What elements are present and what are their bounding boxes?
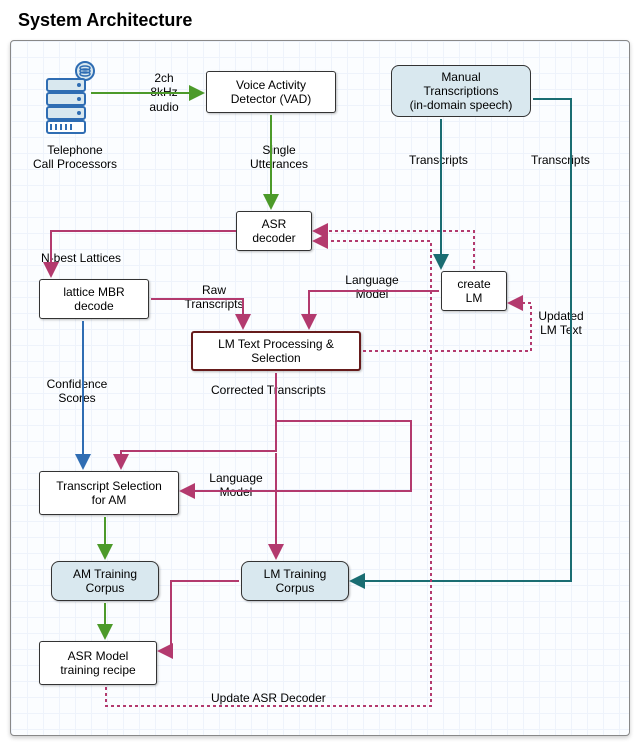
corrected-transcripts-label: Corrected Transcripts xyxy=(211,383,326,397)
transcript-selection-node: Transcript Selection for AM xyxy=(39,471,179,515)
audio-in-label: 2ch 8kHz audio xyxy=(139,71,189,114)
page-title: System Architecture xyxy=(18,10,192,31)
am-corpus-node: AM Training Corpus xyxy=(51,561,159,601)
updated-lm-label: Updated LM Text xyxy=(531,309,591,338)
lattice-mbr-node: lattice MBR decode xyxy=(39,279,149,319)
language-model2-label: Language Model xyxy=(201,471,271,500)
confidence-scores-label: Confidence Scores xyxy=(37,377,117,406)
nbest-label: N-best Lattices xyxy=(41,251,121,265)
asr-recipe-node: ASR Model training recipe xyxy=(39,641,157,685)
transcripts1-label: Transcripts xyxy=(409,153,468,167)
manual-transcriptions-node: Manual Transcriptions (in-domain speech) xyxy=(391,65,531,117)
transcripts2-label: Transcripts xyxy=(531,153,590,167)
update-asr-label: Update ASR Decoder xyxy=(211,691,326,705)
language-model1-label: Language Model xyxy=(337,273,407,302)
raw-transcripts-label: Raw Transcripts xyxy=(179,283,249,312)
diagram-frame: Telephone Call Processors Voice Activity… xyxy=(10,40,630,736)
server-caption: Telephone Call Processors xyxy=(25,143,125,172)
server-icon xyxy=(41,61,101,141)
single-utterances-label: Single Utterances xyxy=(239,143,319,172)
asr-decoder-node: ASR decoder xyxy=(236,211,312,251)
vad-node: Voice Activity Detector (VAD) xyxy=(206,71,336,113)
lm-text-processing-node: LM Text Processing & Selection xyxy=(191,331,361,371)
lm-corpus-node: LM Training Corpus xyxy=(241,561,349,601)
create-lm-node: create LM xyxy=(441,271,507,311)
